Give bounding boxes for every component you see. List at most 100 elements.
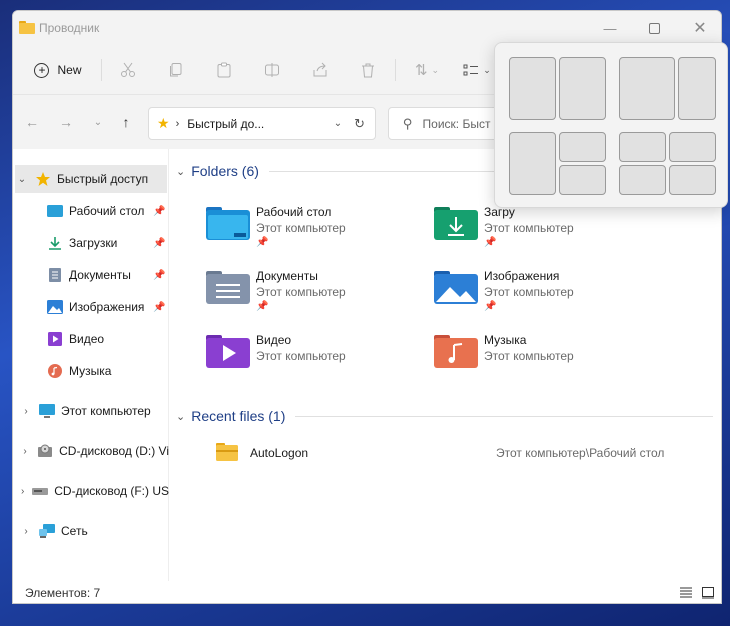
folder-location: Этот компьютер	[484, 221, 574, 235]
snap-zone[interactable]	[619, 165, 666, 195]
chevron-right-icon[interactable]: ›	[19, 486, 26, 497]
folders-header-label: Folders (6)	[191, 163, 259, 179]
folder-zip-icon	[216, 443, 238, 461]
sidebar-item-music[interactable]: Музыка	[13, 357, 169, 385]
folder-tile-video[interactable]: Видео Этот компьютер	[206, 333, 426, 389]
minimize-icon: —	[603, 20, 617, 36]
sidebar-item-this-pc[interactable]: › Этот компьютер	[13, 397, 169, 425]
snap-zone[interactable]	[619, 132, 666, 162]
sidebar-item-downloads[interactable]: Загрузки 📌	[13, 229, 169, 257]
sidebar-item-pictures[interactable]: Изображения 📌	[13, 293, 169, 321]
close-button[interactable]: ✕	[677, 15, 721, 41]
rename-button[interactable]	[261, 57, 283, 83]
sidebar-item-label: Видео	[69, 332, 105, 346]
address-path: Быстрый до...	[187, 116, 265, 131]
sidebar-item-video[interactable]: Видео	[13, 325, 169, 353]
refresh-icon[interactable]: ↻	[354, 116, 365, 132]
chevron-right-icon[interactable]: ›	[19, 406, 33, 417]
folder-tile-downloads[interactable]: Загру Этот компьютер 📌	[434, 205, 654, 261]
close-icon: ✕	[693, 20, 707, 37]
snap-zone[interactable]	[559, 57, 606, 120]
star-icon	[35, 171, 51, 187]
pin-icon[interactable]: 📌	[153, 302, 165, 313]
recent-file-path: Этот компьютер\Рабочий стол	[496, 446, 665, 460]
sidebar-item-quick-access[interactable]: ⌄ Быстрый доступ	[15, 165, 167, 193]
sidebar-item-desktop[interactable]: Рабочий стол 📌	[13, 197, 169, 225]
share-button[interactable]	[309, 57, 331, 83]
documents-folder-icon	[206, 271, 250, 304]
chevron-down-icon: ⌄	[483, 64, 491, 75]
recent-file-name: AutoLogon	[250, 446, 309, 460]
pin-icon[interactable]: 📌	[153, 206, 165, 217]
snap-zone[interactable]	[559, 165, 606, 195]
sidebar-item-cd-drive-d[interactable]: › CD-дисковод (D:) Vi	[13, 437, 169, 465]
sidebar-item-label: Быстрый доступ	[57, 172, 149, 186]
sidebar-item-label: Сеть	[61, 524, 88, 538]
details-view-icon[interactable]	[679, 586, 693, 599]
pin-icon[interactable]: 📌	[153, 270, 165, 281]
forward-button[interactable]: →	[55, 111, 77, 133]
maximize-button[interactable]	[631, 15, 677, 41]
folder-name: Документы	[256, 269, 318, 283]
chevron-right-icon[interactable]: ›	[19, 526, 33, 537]
cut-button[interactable]	[117, 57, 139, 83]
folder-tile-pictures[interactable]: Изображения Этот компьютер 📌	[434, 269, 654, 325]
new-button[interactable]: + New	[29, 57, 87, 83]
snap-zone[interactable]	[619, 57, 675, 120]
delete-button[interactable]	[357, 57, 379, 83]
up-button[interactable]: ↑	[115, 111, 137, 133]
back-button[interactable]: ←	[21, 111, 43, 133]
folder-tile-desktop[interactable]: Рабочий стол Этот компьютер 📌	[206, 205, 426, 261]
video-folder-icon	[206, 335, 250, 368]
pin-icon: 📌	[256, 237, 269, 248]
sidebar-item-label: Музыка	[69, 364, 112, 378]
snap-zone[interactable]	[669, 132, 716, 162]
folder-location: Этот компьютер	[256, 285, 346, 299]
sidebar-item-network[interactable]: › Сеть	[13, 517, 169, 545]
recent-files-group-header[interactable]: ⌄ Recent files (1)	[176, 406, 714, 426]
documents-icon	[47, 267, 63, 283]
sidebar-item-documents[interactable]: Документы 📌	[13, 261, 169, 289]
chevron-right-icon[interactable]: ›	[19, 446, 31, 457]
recent-locations-button[interactable]: ⌄	[87, 111, 109, 133]
snap-zone[interactable]	[559, 132, 606, 162]
music-icon	[47, 363, 63, 379]
snap-zone[interactable]	[509, 57, 556, 120]
chevron-down-icon: ⌄	[93, 116, 103, 128]
title-bar[interactable]: Проводник — ✕	[13, 11, 721, 45]
sidebar-item-cd-drive-f[interactable]: › CD-дисковод (F:) US	[13, 477, 169, 505]
arrow-left-icon: ←	[25, 114, 39, 130]
paste-icon	[217, 62, 231, 78]
chevron-down-icon[interactable]: ⌄	[176, 410, 185, 423]
sort-button[interactable]: ⇅ ⌄	[409, 57, 445, 83]
pin-icon[interactable]: 📌	[153, 238, 165, 249]
new-button-label: New	[57, 63, 82, 77]
snap-zone[interactable]	[509, 132, 556, 195]
plus-icon: +	[34, 62, 50, 78]
chevron-down-icon[interactable]: ⌄	[176, 165, 185, 178]
view-button[interactable]: ⌄	[459, 57, 495, 83]
desktop-icon	[47, 203, 63, 219]
chevron-down-icon[interactable]: ⌄	[334, 118, 342, 129]
minimize-button[interactable]: —	[587, 15, 633, 41]
search-placeholder: Поиск: Быст	[422, 116, 491, 131]
copy-button[interactable]	[165, 57, 187, 83]
sidebar-item-label: Рабочий стол	[69, 204, 145, 218]
folder-tile-music[interactable]: Музыка Этот компьютер	[434, 333, 654, 389]
cd-drive-icon	[37, 443, 53, 459]
snap-zone[interactable]	[669, 165, 716, 195]
navigation-pane: ⌄ Быстрый доступ Рабочий стол 📌 Загрузки…	[13, 149, 169, 581]
sidebar-item-label: Документы	[69, 268, 131, 282]
paste-button[interactable]	[213, 57, 235, 83]
recent-file-row[interactable]: AutoLogon Этот компьютер\Рабочий стол	[200, 443, 700, 465]
address-bar[interactable]: ★ › Быстрый до... ⌄ ↻	[148, 107, 376, 140]
group-divider	[295, 415, 714, 417]
chevron-down-icon[interactable]: ⌄	[15, 174, 29, 185]
folder-tile-documents[interactable]: Документы Этот компьютер 📌	[206, 269, 426, 325]
rename-icon	[265, 63, 279, 77]
folder-location: Этот компьютер	[256, 221, 346, 235]
large-icons-view-icon[interactable]	[701, 586, 715, 599]
snap-zone[interactable]	[678, 57, 716, 120]
share-icon	[313, 62, 327, 77]
folder-name: Видео	[256, 333, 292, 347]
